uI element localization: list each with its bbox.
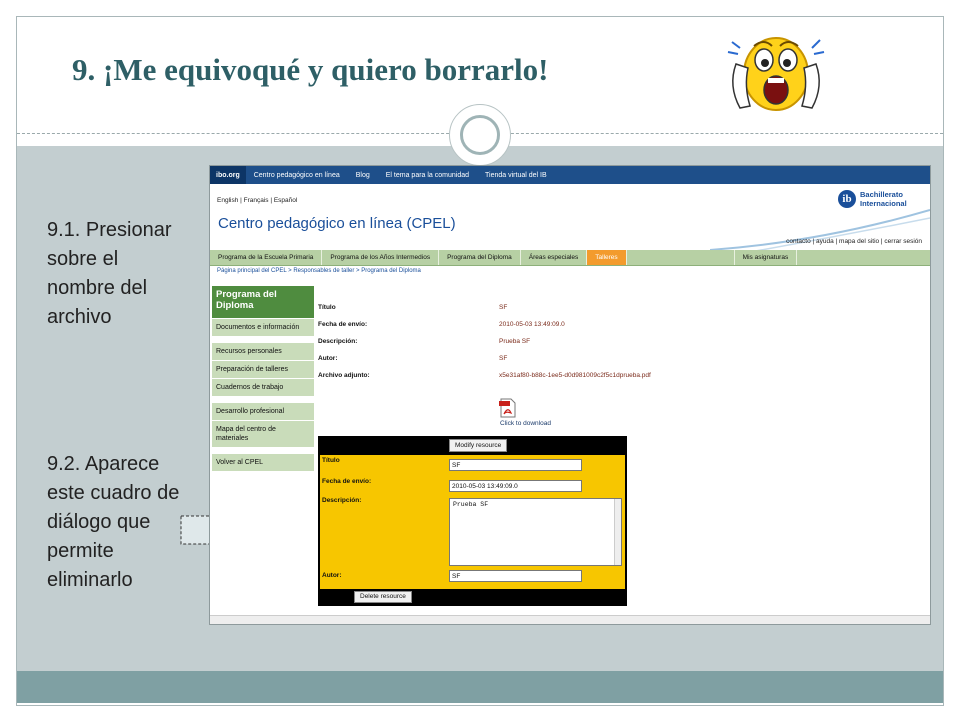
- scared-face-icon: [727, 37, 825, 111]
- top-navigation: ibo.org Centro pedagógico en línea Blog …: [210, 166, 930, 184]
- date-label: Fecha de envío:: [322, 478, 372, 485]
- side-item-back-to-cpel[interactable]: Volver al CPEL: [212, 453, 314, 471]
- ibo-logo[interactable]: ibo.org: [210, 166, 246, 184]
- detail-label: Descripción:: [318, 338, 358, 345]
- detail-label: Fecha de envío:: [318, 321, 368, 328]
- program-tabs: Programa de la Escuela Primaria Programa…: [210, 250, 930, 266]
- nav-link-community[interactable]: El tema para la comunidad: [378, 172, 477, 179]
- tab-diploma[interactable]: Programa del Diploma: [439, 250, 521, 265]
- modify-resource-dialog: Modify resource Título SF Fecha de envío…: [318, 436, 627, 606]
- horizontal-scrollbar[interactable]: [210, 615, 930, 624]
- textarea-scrollbar[interactable]: [614, 499, 621, 565]
- side-item-workbooks[interactable]: Cuadernos de trabajo: [212, 378, 314, 396]
- author-field[interactable]: SF: [449, 570, 582, 582]
- detail-row-author: Autor: SF: [318, 355, 698, 372]
- modify-resource-button[interactable]: Modify resource: [449, 439, 508, 452]
- header-swoosh-icon: [710, 209, 930, 252]
- detail-label: Autor:: [318, 355, 338, 362]
- side-item-personal-resources[interactable]: Recursos personales: [212, 342, 314, 360]
- resource-details: Título SF Fecha de envío: 2010-05-03 13:…: [318, 304, 698, 389]
- detail-label: Título: [318, 304, 336, 311]
- delete-resource-button[interactable]: Delete resource: [354, 591, 412, 603]
- tab-my-subjects[interactable]: Mis asignaturas: [735, 250, 798, 265]
- detail-value: SF: [499, 304, 508, 311]
- detail-value: 2010-05-03 13:49:09.0: [499, 321, 565, 328]
- download-link[interactable]: Click to download: [500, 420, 551, 427]
- tab-workshops[interactable]: Talleres: [587, 250, 627, 265]
- date-field[interactable]: 2010-05-03 13:49:09.0: [449, 480, 582, 492]
- detail-row-date: Fecha de envío: 2010-05-03 13:49:09.0: [318, 321, 698, 338]
- nav-link-store[interactable]: Tienda virtual del IB: [477, 172, 555, 179]
- side-menu: Programa del Diploma Documentos e inform…: [212, 286, 314, 471]
- detail-row-description: Descripción: Prueba SF: [318, 338, 698, 355]
- author-label: Autor:: [322, 572, 342, 579]
- side-item-workshop-prep[interactable]: Preparación de talleres: [212, 360, 314, 378]
- description-label: Descripción:: [322, 497, 362, 504]
- nav-link-blog[interactable]: Blog: [348, 172, 378, 179]
- title-field[interactable]: SF: [449, 459, 582, 471]
- description-textarea[interactable]: Prueba SF: [449, 498, 622, 566]
- detail-row-attachment: Archivo adjunto: x5e31af80-b88c-1ee5-d0d…: [318, 372, 698, 389]
- detail-row-title: Título SF: [318, 304, 698, 321]
- side-menu-header: Programa del Diploma: [212, 286, 314, 318]
- pdf-file-icon[interactable]: [499, 398, 517, 418]
- title-label: Título: [322, 457, 340, 464]
- tab-spacer: [627, 250, 735, 265]
- ring-ornament-icon: [449, 104, 511, 166]
- side-item-documents[interactable]: Documentos e información: [212, 318, 314, 336]
- footer-band: [17, 671, 943, 703]
- tab-pai[interactable]: Programa de los Años Intermedios: [322, 250, 440, 265]
- browser-screenshot: ibo.org Centro pedagógico en línea Blog …: [209, 165, 931, 625]
- brand-line-1: Bachillerato: [860, 190, 903, 199]
- detail-label: Archivo adjunto:: [318, 372, 370, 379]
- step-2-text: 9.2. Aparece este cuadro de diálogo que …: [47, 453, 180, 591]
- nav-link-cpel[interactable]: Centro pedagógico en línea: [246, 172, 348, 179]
- slide-title: 9. ¡Me equivoqué y quiero borrarlo!: [72, 52, 549, 87]
- description-text: Prueba SF: [453, 501, 489, 508]
- side-item-professional-dev[interactable]: Desarrollo profesional: [212, 402, 314, 420]
- side-item-materials-map[interactable]: Mapa del centro de materiales: [212, 420, 314, 447]
- detail-value: SF: [499, 355, 508, 362]
- tab-pep[interactable]: Programa de la Escuela Primaria: [210, 250, 323, 265]
- site-title: Centro pedagógico en línea (CPEL): [218, 215, 456, 232]
- step-1-text: 9.1. Presionar sobre el nombre del archi…: [47, 219, 172, 328]
- utility-links[interactable]: contacto | ayuda | mapa del sitio | cerr…: [786, 238, 922, 245]
- breadcrumb[interactable]: Página principal del CPEL > Responsables…: [217, 268, 421, 274]
- detail-value: Prueba SF: [499, 338, 531, 345]
- tab-special-areas[interactable]: Áreas especiales: [521, 250, 588, 265]
- attachment-link[interactable]: x5e31af80-b88c-1ee5-d0d981009c2f5c1dprue…: [499, 372, 651, 389]
- language-links[interactable]: English | Français | Español: [217, 197, 297, 204]
- dialog-form: Título SF Fecha de envío: 2010-05-03 13:…: [320, 455, 625, 589]
